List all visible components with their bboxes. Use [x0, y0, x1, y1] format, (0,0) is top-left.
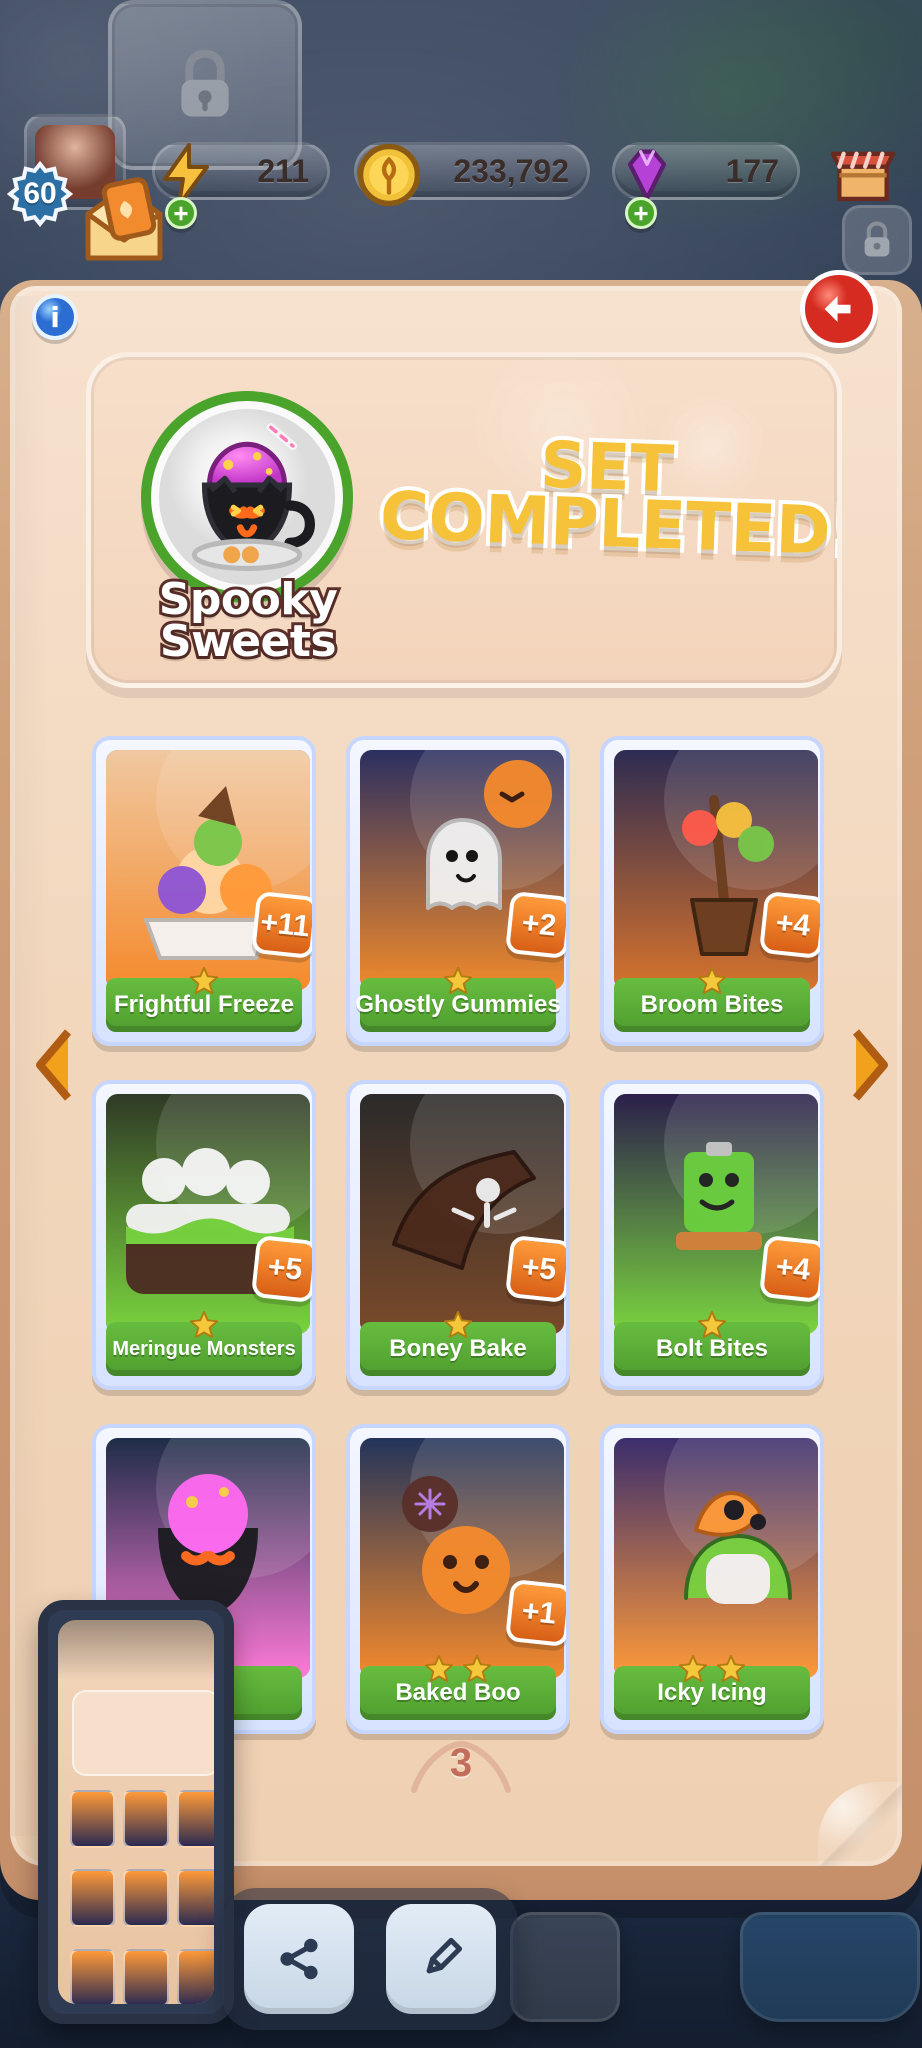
- chevron-left-icon: [36, 1029, 72, 1101]
- set-emblem: [141, 391, 353, 603]
- set-name: Spooky Sweets: [156, 574, 341, 667]
- screenshot-preview-card: [123, 1790, 169, 1848]
- collection-card[interactable]: +1 Baked Boo: [346, 1424, 570, 1734]
- set-cup-image: [191, 423, 316, 571]
- collection-card[interactable]: +5 Meringue Monsters: [92, 1080, 316, 1390]
- card-art-frame: [614, 1438, 818, 1678]
- duplicate-count-badge: +4: [758, 890, 820, 960]
- duplicate-count-badge: +4: [758, 1234, 820, 1304]
- cards-grid: +11 Frightful Freeze +2 Ghostly Gummies +4 Br…: [92, 736, 834, 1746]
- screenshot-preview-card: [123, 1869, 169, 1928]
- right-lock-icon: [842, 205, 912, 275]
- collection-card[interactable]: +5 Boney Bake: [346, 1080, 570, 1390]
- duplicate-count-badge: +11: [250, 890, 312, 960]
- duplicate-count-badge: +5: [250, 1234, 312, 1304]
- collection-card[interactable]: +11 Frightful Freeze: [92, 736, 316, 1046]
- collection-card[interactable]: Icky Icing: [600, 1424, 824, 1734]
- screenshot-preview-content: [58, 1620, 214, 2004]
- coins-counter[interactable]: 233,792: [354, 142, 590, 207]
- card-title: Ghostly Gummies: [355, 978, 561, 1032]
- info-button[interactable]: i: [32, 294, 78, 340]
- screenshot-preview-card: [176, 1869, 214, 1928]
- screenshot-preview-grid: [70, 1790, 214, 2004]
- share-button[interactable]: [244, 1904, 354, 2014]
- prev-page-button[interactable]: [28, 1022, 82, 1108]
- page-number: 3: [404, 1730, 518, 1796]
- pencil-icon: [426, 1937, 463, 1974]
- duplicate-count-badge: +2: [504, 890, 566, 960]
- chevron-right-icon: [852, 1029, 888, 1101]
- shop-icon[interactable]: [820, 128, 906, 214]
- edit-button[interactable]: [386, 1904, 496, 2014]
- screenshot-preview-topbar: [58, 1620, 214, 1680]
- level-badge: 60: [6, 160, 74, 228]
- screenshot-preview-card: [176, 1948, 214, 2004]
- screenshot-preview-card: [70, 1869, 116, 1928]
- collection-card[interactable]: +4 Bolt Bites: [600, 1080, 824, 1390]
- top-hud: 60 + 211 233,792 + 177: [0, 0, 922, 290]
- collection-card[interactable]: +4 Broom Bites: [600, 736, 824, 1046]
- mail-icon[interactable]: [70, 170, 180, 280]
- next-page-button[interactable]: [842, 1022, 896, 1108]
- share-icon: [280, 1938, 318, 1980]
- card-title: Meringue Monsters: [106, 1322, 302, 1376]
- gems-value: 177: [725, 152, 779, 189]
- card-title: Baked Boo: [360, 1666, 556, 1720]
- card-title: Icky Icing: [614, 1666, 810, 1720]
- card-art: [614, 1438, 818, 1678]
- duplicate-count-badge: +5: [504, 1234, 566, 1304]
- back-arrow-icon: [824, 296, 851, 322]
- page-number-arc: [411, 1740, 511, 1793]
- level-value: 60: [23, 177, 57, 210]
- coin-icon: [349, 135, 429, 215]
- add-gems-button[interactable]: +: [625, 197, 657, 229]
- lock-icon: [181, 49, 229, 117]
- back-button[interactable]: [800, 270, 878, 348]
- screenshot-preview[interactable]: [38, 1600, 234, 2024]
- screenshot-preview-card: [70, 1948, 116, 2004]
- set-completed-title: SET COMPLETED!: [375, 425, 842, 575]
- screenshot-preview-panel: [72, 1690, 214, 1776]
- card-title: Frightful Freeze: [106, 978, 302, 1032]
- collection-card[interactable]: +2 Ghostly Gummies: [346, 736, 570, 1046]
- gems-counter[interactable]: + 177: [612, 142, 800, 229]
- set-completed-line-2: COMPLETED!: [375, 473, 842, 575]
- screenshot-preview-card: [176, 1790, 214, 1848]
- screenshot-preview-card: [70, 1790, 116, 1848]
- gem-icon: +: [607, 135, 687, 229]
- set-completed-panel: Spooky Sweets SET COMPLETED!: [86, 352, 842, 688]
- screenshot-actions: [222, 1888, 518, 2030]
- card-title: Broom Bites: [614, 978, 810, 1032]
- card-title: Bolt Bites: [614, 1322, 810, 1376]
- duplicate-count-badge: +1: [504, 1578, 566, 1648]
- card-title: Boney Bake: [360, 1322, 556, 1376]
- page-curl: [818, 1782, 902, 1866]
- energy-value: 211: [257, 152, 309, 189]
- coins-value: 233,792: [453, 152, 569, 189]
- info-icon: i: [50, 300, 60, 334]
- screenshot-preview-card: [123, 1948, 169, 2004]
